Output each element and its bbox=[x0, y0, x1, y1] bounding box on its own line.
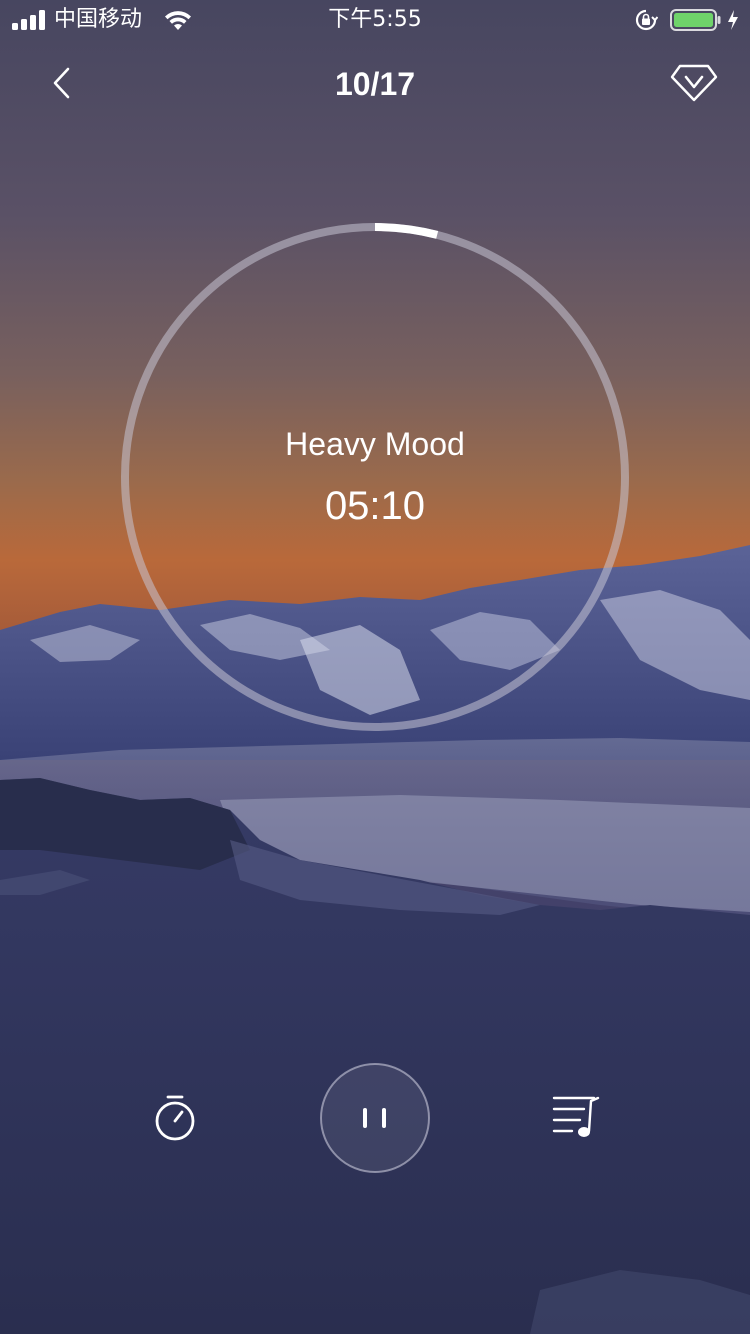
pause-button[interactable] bbox=[319, 1062, 431, 1174]
player-screen: 中国移动 下午5:55 10/17 Heavy Mood 05:10 bbox=[0, 0, 750, 1334]
charging-bolt-icon bbox=[728, 10, 738, 30]
track-name: Heavy Mood bbox=[285, 426, 465, 462]
diamond-v-icon bbox=[670, 64, 718, 102]
timer-button[interactable] bbox=[150, 1093, 200, 1143]
battery-icon bbox=[670, 9, 721, 31]
status-bar: 中国移动 下午5:55 bbox=[0, 0, 750, 40]
remaining-time: 05:10 bbox=[324, 484, 426, 528]
playlist-music-icon bbox=[552, 1096, 600, 1137]
progress-ring bbox=[121, 223, 629, 731]
stopwatch-icon bbox=[155, 1095, 195, 1141]
track-counter: 10/17 bbox=[334, 66, 416, 102]
progress-ring-track bbox=[121, 223, 629, 731]
vip-button[interactable] bbox=[668, 60, 720, 106]
rotation-lock-icon bbox=[635, 9, 658, 31]
playlist-button[interactable] bbox=[550, 1093, 604, 1141]
